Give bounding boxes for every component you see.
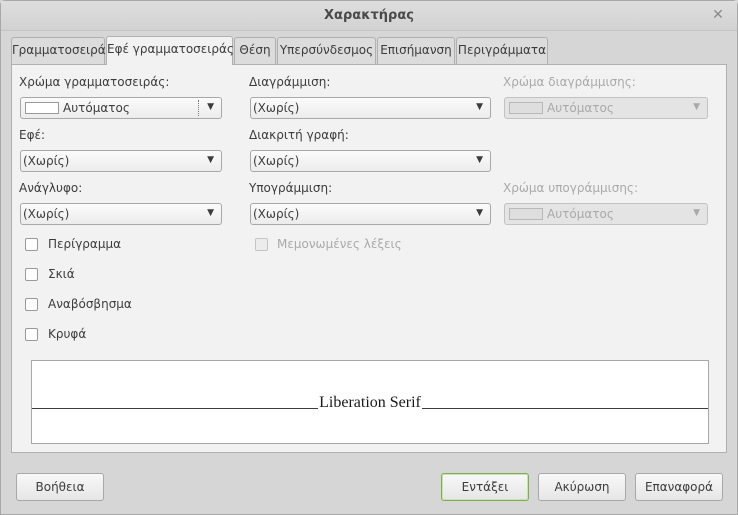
window-title: Χαρακτήρας: [324, 8, 414, 23]
case-dropdown[interactable]: (Χωρίς) ▼: [250, 150, 491, 172]
effects-dropdown[interactable]: (Χωρίς) ▼: [20, 150, 222, 172]
underline-color-swatch: [509, 208, 543, 220]
tab-font-effects[interactable]: Εφέ γραμματοσειράς: [106, 36, 234, 65]
strikethrough-value: (Χωρίς): [253, 101, 300, 115]
chevron-down-icon: ▼: [207, 102, 214, 112]
font-preview: Liberation Serif: [31, 360, 709, 444]
strikethrough-color-label: Χρώμα διαγράμμισης:: [503, 75, 636, 89]
strikethrough-color-dropdown: Αυτόματος ▼: [504, 97, 708, 119]
relief-label: Ανάγλυφο:: [19, 181, 83, 195]
dropdown-separator: [198, 100, 199, 116]
font-effects-panel: Χρώμα γραμματοσειράς: Αυτόματος ▼ Διαγρά…: [11, 64, 727, 453]
font-color-swatch: [25, 102, 59, 114]
reset-button[interactable]: Επαναφορά: [635, 473, 723, 501]
preview-text: Liberation Serif: [318, 394, 422, 411]
relief-dropdown[interactable]: (Χωρίς) ▼: [20, 203, 222, 225]
tab-highlighting[interactable]: Επισήμανση: [377, 37, 455, 64]
shadow-checkbox[interactable]: [25, 268, 38, 281]
outline-checkbox[interactable]: [25, 238, 38, 251]
underline-label: Υπογράμμιση:: [249, 181, 333, 195]
ok-button[interactable]: Εντάξει: [441, 473, 529, 501]
hidden-label: Κρυφά: [48, 327, 87, 341]
help-button[interactable]: Βοήθεια: [16, 473, 104, 501]
individual-words-label: Μεμονωμένες λέξεις: [277, 237, 402, 251]
underline-color-value: Αυτόματος: [547, 207, 614, 221]
cancel-button[interactable]: Ακύρωση: [538, 473, 626, 501]
close-icon[interactable]: ✕: [709, 6, 727, 24]
strikethrough-dropdown[interactable]: (Χωρίς) ▼: [250, 97, 491, 119]
font-color-dropdown[interactable]: Αυτόματος ▼: [20, 97, 222, 119]
title-bar: Χαρακτήρας ✕: [1, 1, 737, 31]
tab-position[interactable]: Θέση: [234, 37, 276, 64]
hidden-checkbox[interactable]: [25, 328, 38, 341]
strikethrough-label: Διαγράμμιση:: [249, 75, 331, 89]
preview-text-container: Liberation Serif: [32, 394, 708, 412]
case-label: Διακριτή γραφή:: [249, 128, 349, 142]
blinking-label: Αναβόσβησμα: [48, 297, 132, 311]
relief-value: (Χωρίς): [23, 207, 70, 221]
chevron-down-icon: ▼: [476, 155, 483, 165]
blinking-checkbox[interactable]: [25, 298, 38, 311]
chevron-down-icon: ▼: [476, 102, 483, 112]
underline-dropdown[interactable]: (Χωρίς) ▼: [250, 203, 491, 225]
case-value: (Χωρίς): [253, 154, 300, 168]
strikethrough-color-value: Αυτόματος: [547, 101, 614, 115]
individual-words-checkbox: [255, 238, 268, 251]
effects-value: (Χωρίς): [23, 154, 70, 168]
underline-value: (Χωρίς): [253, 207, 300, 221]
character-dialog: Χαρακτήρας ✕ Γραμματοσειρά Εφέ γραμματοσ…: [0, 0, 738, 515]
tab-font[interactable]: Γραμματοσειρά: [11, 37, 106, 64]
chevron-down-icon: ▼: [207, 208, 214, 218]
chevron-down-icon: ▼: [693, 102, 700, 112]
tab-hyperlink[interactable]: Υπερσύνδεσμος: [277, 37, 376, 64]
chevron-down-icon: ▼: [207, 155, 214, 165]
font-color-value: Αυτόματος: [63, 101, 130, 115]
underline-color-label: Χρώμα υπογράμμισης:: [503, 181, 639, 195]
tab-borders[interactable]: Περιγράμματα: [456, 37, 548, 64]
effects-label: Εφέ:: [19, 128, 46, 142]
underline-color-dropdown: Αυτόματος ▼: [504, 203, 708, 225]
outline-label: Περίγραμμα: [48, 237, 121, 251]
chevron-down-icon: ▼: [476, 208, 483, 218]
chevron-down-icon: ▼: [693, 208, 700, 218]
strikethrough-color-swatch: [509, 102, 543, 114]
shadow-label: Σκιά: [48, 267, 75, 281]
font-color-label: Χρώμα γραμματοσειράς:: [19, 75, 170, 89]
